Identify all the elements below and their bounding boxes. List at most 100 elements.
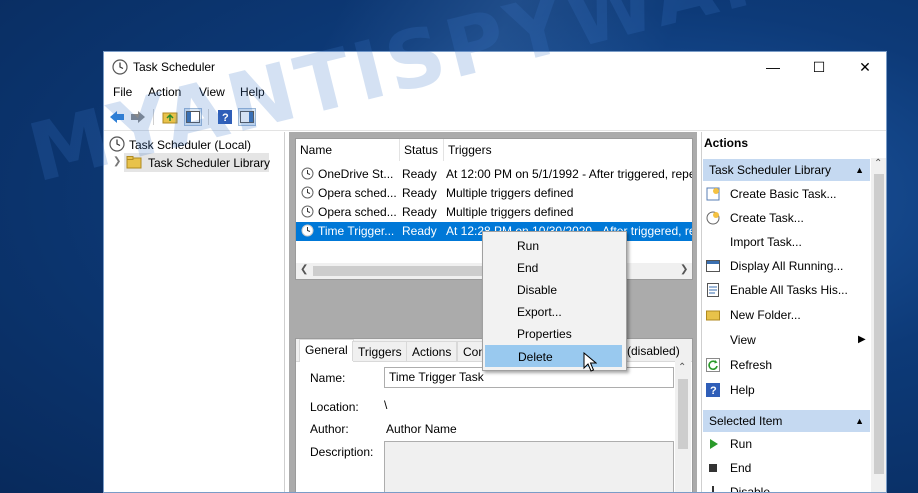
action-label: Run — [730, 437, 753, 451]
task-triggers: At 12:00 PM on 5/1/1992 - After triggere… — [446, 167, 692, 181]
action-end[interactable]: End — [706, 458, 871, 478]
action-help[interactable]: ? Help — [706, 380, 871, 400]
column-header-status[interactable]: Status — [400, 139, 444, 161]
action-create-task[interactable]: Create Task... — [706, 208, 871, 228]
context-label: Disable — [517, 283, 558, 297]
action-label: Display All Running... — [730, 259, 844, 273]
task-name: Opera sched... — [318, 205, 397, 219]
context-menu: Run End Disable Export... Properties Del… — [482, 231, 627, 371]
minimize-button[interactable]: — — [750, 52, 796, 82]
maximize-button[interactable]: ☐ — [796, 52, 842, 82]
actions-vertical-scrollbar[interactable]: ⌃ — [871, 158, 886, 492]
action-create-basic-task[interactable]: Create Basic Task... — [706, 184, 871, 204]
action-run[interactable]: Run — [706, 434, 871, 454]
context-delete[interactable]: Delete — [485, 345, 622, 367]
tab-history-disabled[interactable]: (disabled) — [622, 341, 685, 361]
tab-actions[interactable]: Actions — [406, 341, 458, 361]
action-refresh[interactable]: Refresh — [706, 355, 871, 375]
menu-bar: File Action View Help — [104, 82, 886, 104]
tab-triggers[interactable]: Triggers — [352, 341, 408, 361]
description-field[interactable] — [384, 441, 674, 492]
actions-header: Actions — [704, 136, 749, 150]
context-disable[interactable]: Disable — [485, 279, 622, 301]
scroll-up-icon[interactable]: ⌃ — [678, 362, 686, 373]
task-status: Ready — [402, 205, 437, 219]
back-arrow-icon[interactable] — [108, 108, 126, 126]
action-view[interactable]: View ▶ — [706, 330, 871, 350]
scrollbar-thumb[interactable] — [874, 174, 884, 474]
task-triggers: Multiple triggers defined — [446, 205, 574, 219]
details-vertical-scrollbar[interactable]: ⌃ — [675, 361, 691, 492]
section-selected-item[interactable]: Selected Item ▲ — [703, 410, 870, 432]
menu-view[interactable]: View — [199, 85, 225, 99]
tree-root-item[interactable]: Task Scheduler (Local) — [129, 138, 251, 152]
context-properties[interactable]: Properties — [485, 323, 622, 345]
location-value: \ — [384, 398, 388, 412]
toolbar: ? — [104, 104, 886, 131]
table-row[interactable]: OneDrive St... Ready At 12:00 PM on 5/1/… — [296, 165, 692, 184]
window-title: Task Scheduler — [133, 60, 216, 74]
history-icon — [706, 283, 720, 297]
tab-general[interactable]: General — [299, 339, 354, 362]
menu-file[interactable]: File — [113, 85, 132, 99]
action-label: Refresh — [730, 358, 773, 372]
show-hide-action-pane-icon[interactable] — [238, 108, 256, 126]
close-button[interactable]: ✕ — [842, 52, 886, 82]
task-status: Ready — [402, 167, 437, 181]
menu-help[interactable]: Help — [240, 85, 265, 99]
description-label: Description: — [310, 445, 374, 459]
create-basic-task-icon — [706, 187, 720, 201]
action-display-all-running[interactable]: Display All Running... — [706, 256, 871, 276]
action-import-task[interactable]: Import Task... — [706, 232, 871, 252]
action-label: New Folder... — [730, 308, 801, 322]
column-header-triggers[interactable]: Triggers — [444, 139, 692, 161]
navigation-tree: Task Scheduler (Local) ❯ Task Scheduler … — [104, 132, 285, 492]
tree-library-item[interactable]: Task Scheduler Library — [148, 156, 270, 170]
action-label: Create Basic Task... — [730, 187, 837, 201]
task-status: Ready — [402, 186, 437, 200]
collapse-arrow-icon[interactable]: ▲ — [855, 410, 864, 432]
clock-icon — [112, 59, 128, 78]
context-run[interactable]: Run — [485, 235, 622, 257]
scroll-right-icon[interactable]: ❯ — [680, 264, 688, 275]
up-folder-icon[interactable] — [161, 108, 179, 126]
scroll-left-icon[interactable]: ❮ — [300, 264, 308, 275]
svg-text:?: ? — [222, 112, 229, 124]
name-label: Name: — [310, 371, 346, 385]
section-task-scheduler-library[interactable]: Task Scheduler Library ▲ — [703, 159, 870, 181]
task-name: Opera sched... — [318, 186, 397, 200]
task-name: OneDrive St... — [318, 167, 394, 181]
scrollbar-thumb[interactable] — [678, 379, 688, 449]
context-export[interactable]: Export... — [485, 301, 622, 323]
expand-chevron-icon[interactable]: ❯ — [113, 156, 121, 167]
menu-action[interactable]: Action — [148, 85, 181, 99]
context-label: End — [517, 261, 539, 275]
author-label: Author: — [310, 422, 349, 436]
action-label: Import Task... — [730, 235, 802, 249]
help-icon[interactable]: ? — [216, 108, 234, 126]
action-label: View — [730, 333, 756, 347]
forward-arrow-icon[interactable] — [129, 108, 147, 126]
action-label: Disable — [730, 485, 771, 493]
task-status: Ready — [402, 224, 437, 238]
context-label: Export... — [517, 305, 562, 319]
location-label: Location: — [310, 400, 359, 414]
table-row[interactable]: Opera sched... Ready Multiple triggers d… — [296, 203, 692, 222]
run-icon — [706, 437, 720, 451]
toolbar-separator — [153, 109, 154, 125]
action-new-folder[interactable]: New Folder... — [706, 305, 871, 325]
table-row[interactable]: Opera sched... Ready Multiple triggers d… — [296, 184, 692, 203]
context-label: Run — [517, 239, 540, 253]
show-hide-tree-icon[interactable] — [184, 108, 202, 126]
task-clock-icon — [301, 224, 314, 243]
scroll-up-icon[interactable]: ⌃ — [874, 158, 882, 169]
author-value: Author Name — [386, 422, 457, 436]
context-end[interactable]: End — [485, 257, 622, 279]
collapse-arrow-icon[interactable]: ▲ — [855, 159, 864, 181]
action-enable-all-tasks-history[interactable]: Enable All Tasks His... — [706, 280, 871, 300]
action-disable[interactable]: Disable — [706, 482, 871, 493]
column-header-name[interactable]: Name — [296, 139, 400, 161]
action-label: Create Task... — [730, 211, 804, 225]
context-label: Delete — [518, 350, 553, 364]
folder-icon — [126, 155, 142, 173]
